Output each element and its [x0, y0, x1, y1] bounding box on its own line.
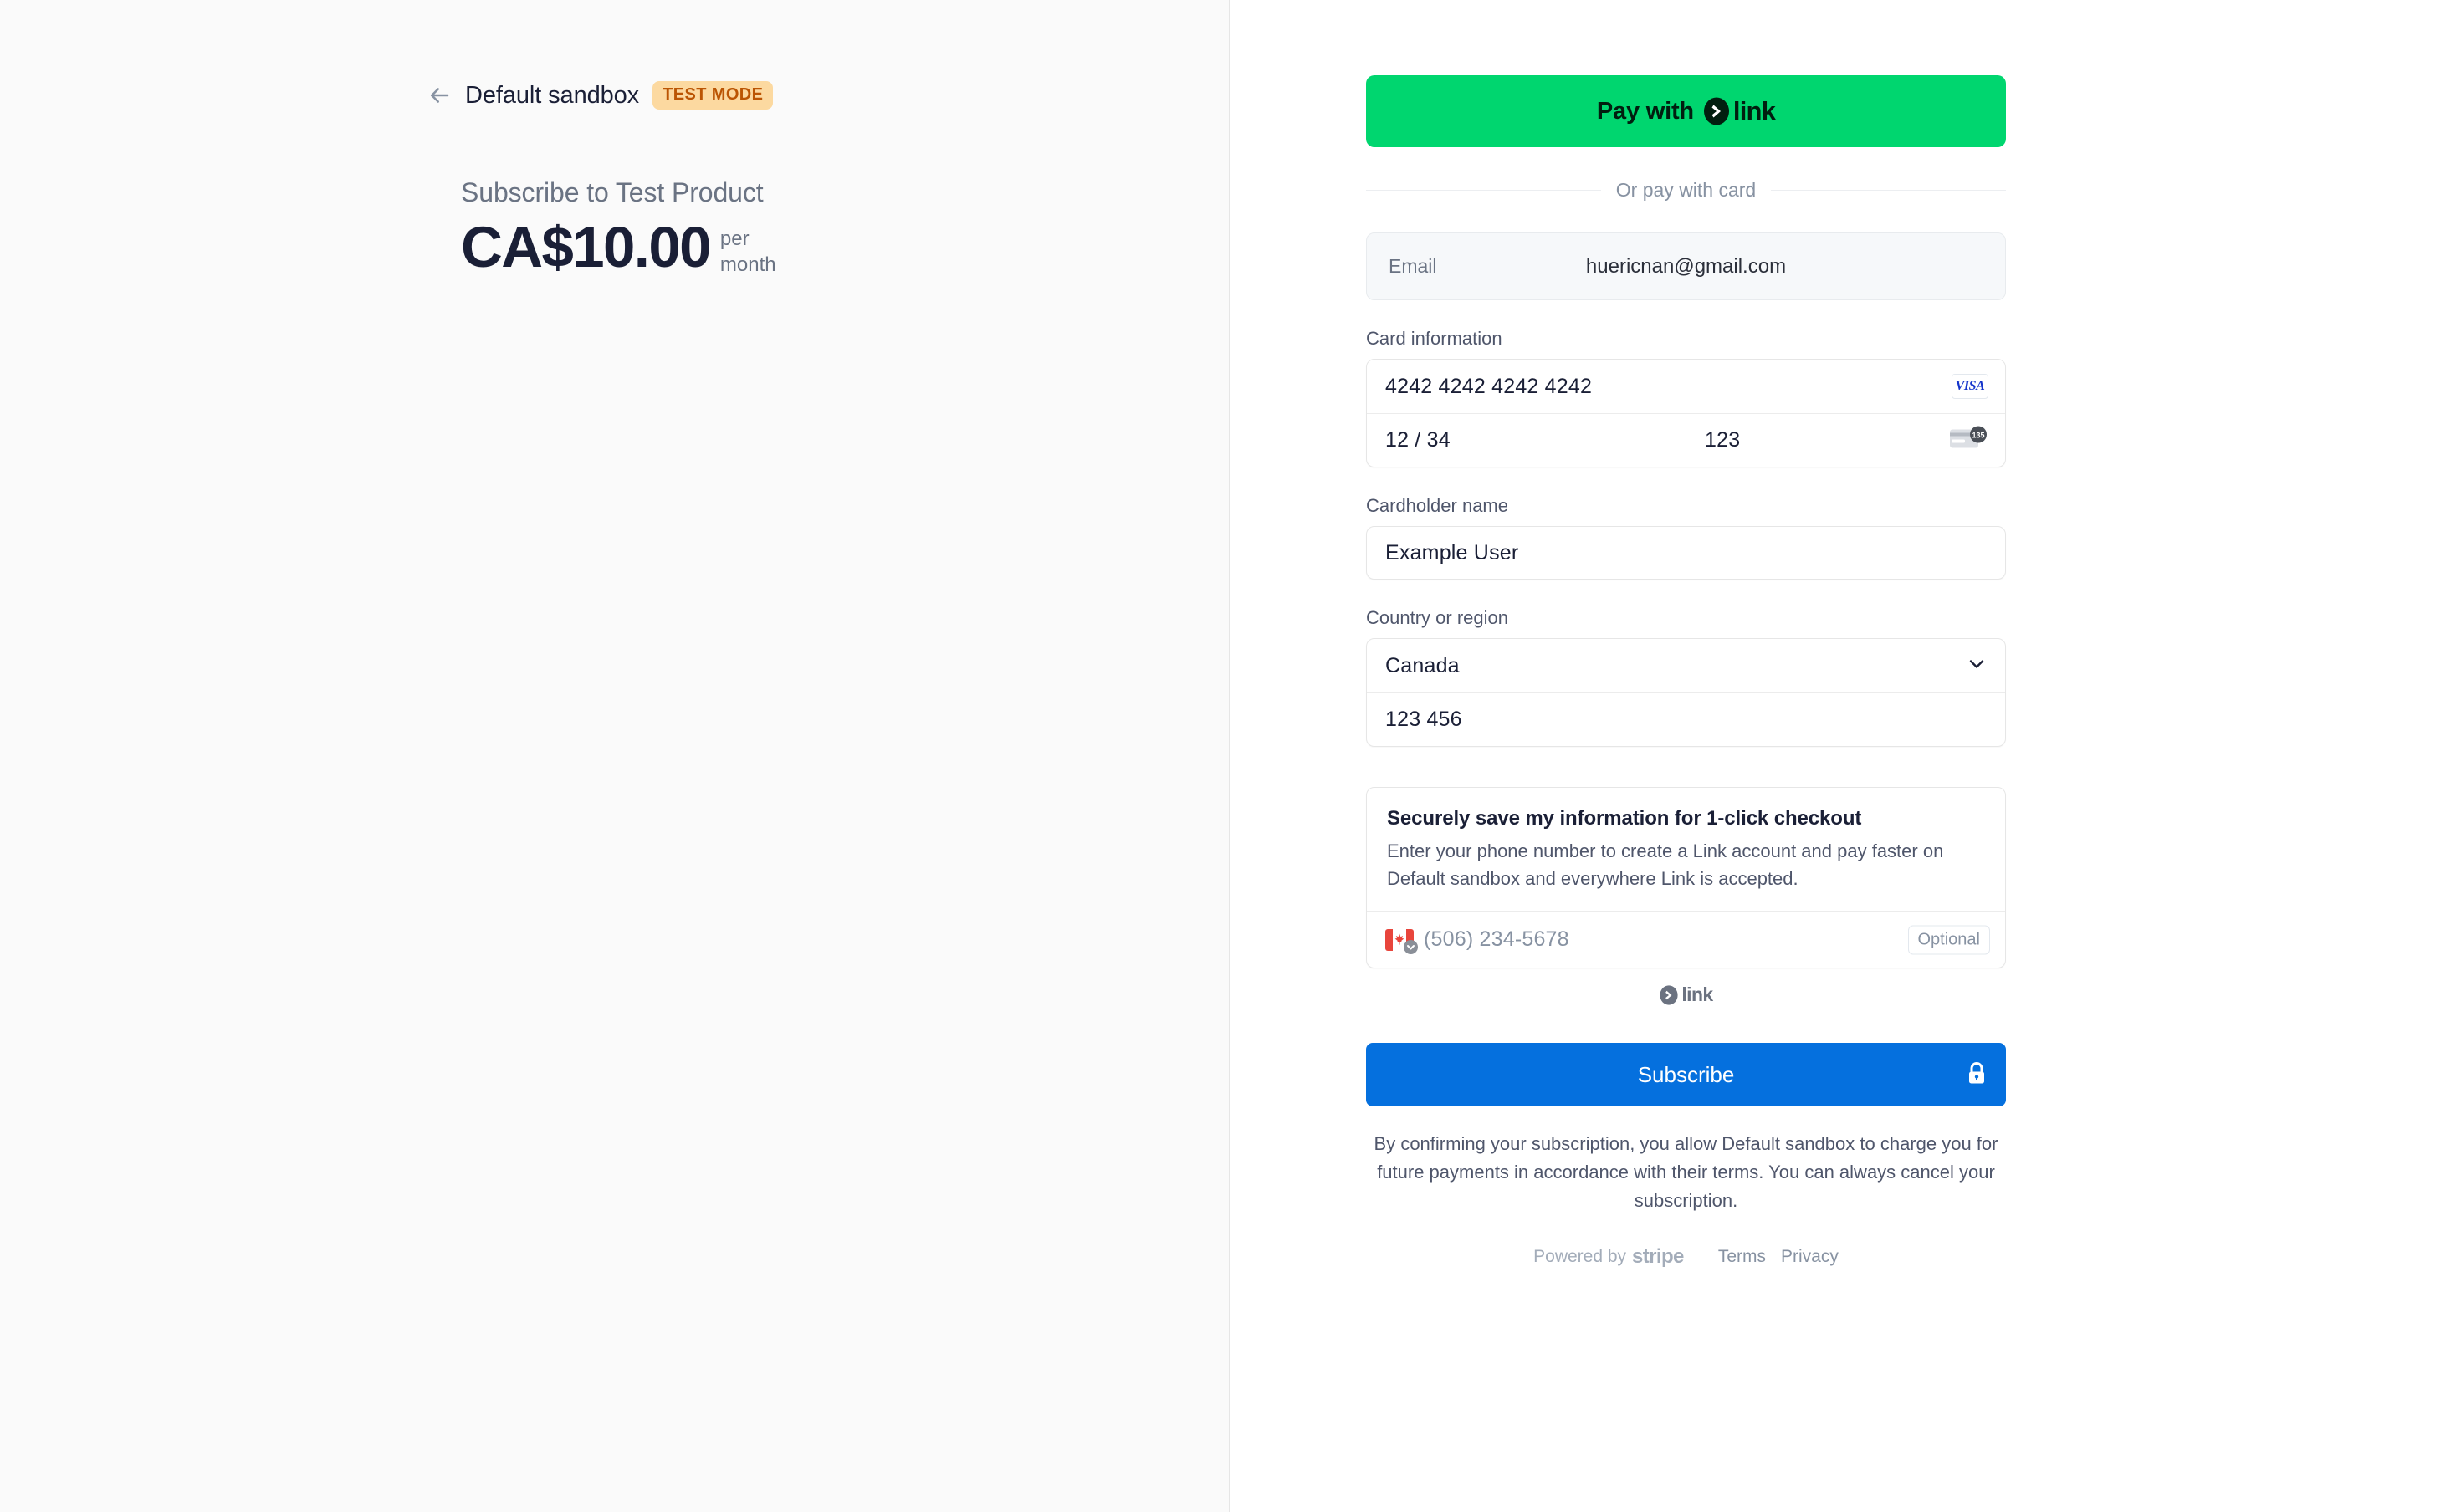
- billing-interval: per month: [720, 227, 776, 278]
- card-information-label: Card information: [1366, 328, 1502, 349]
- card-input-group: 4242 4242 4242 4242 VISA 12 / 34 123 135: [1366, 359, 2006, 467]
- powered-by-label: Powered by: [1533, 1247, 1627, 1267]
- payment-panel: Pay with link Or pay with card Email hue…: [1230, 0, 2460, 1512]
- subscribe-label: Subscribe: [1637, 1061, 1735, 1087]
- powered-by-stripe[interactable]: Powered by stripe: [1533, 1245, 1684, 1269]
- link-wordmark: link: [1732, 96, 1776, 125]
- postal-code-value: 123 456: [1385, 707, 1462, 731]
- cardholder-name-label: Cardholder name: [1366, 495, 1508, 516]
- interval-per: per: [719, 227, 750, 250]
- cardholder-name-value: Example User: [1385, 540, 1519, 564]
- subscribe-button[interactable]: Subscribe: [1366, 1043, 2006, 1107]
- optional-badge: Optional: [1907, 925, 1990, 955]
- visa-label: VISA: [1955, 379, 1985, 393]
- privacy-link[interactable]: Privacy: [1781, 1247, 1839, 1267]
- country-region-label: Country or region: [1366, 607, 1508, 628]
- country-value: Canada: [1385, 653, 1460, 677]
- payment-method-divider: Or pay with card: [1366, 179, 2007, 202]
- card-cvc-value: 123: [1705, 428, 1741, 452]
- save-info-box: Securely save my information for 1-click…: [1366, 787, 2006, 969]
- link-logo-icon: link: [1702, 96, 1776, 126]
- country-select[interactable]: Canada: [1367, 639, 2005, 692]
- link-footer-logo: link: [1366, 983, 2006, 1006]
- phone-number-placeholder: (506) 234-5678: [1424, 927, 1569, 952]
- email-label: Email: [1389, 255, 1437, 277]
- phone-number-field[interactable]: (506) 234-5678 Optional: [1367, 911, 2005, 968]
- subscription-terms-note: By confirming your subscription, you all…: [1374, 1133, 1998, 1212]
- email-field[interactable]: Email huericnan@gmail.com: [1366, 232, 2006, 300]
- divider-line-right: [1771, 190, 2007, 191]
- lock-icon: [1966, 1061, 1988, 1089]
- card-number-row[interactable]: 4242 4242 4242 4242 VISA: [1367, 360, 2005, 413]
- stripe-wordmark: stripe: [1632, 1245, 1684, 1269]
- pay-with-link-label: Pay with: [1596, 97, 1694, 125]
- card-information-group: Card information 4242 4242 4242 4242 VIS…: [1366, 328, 2006, 467]
- save-info-title: Securely save my information for 1-click…: [1387, 807, 1862, 830]
- footer-links: Terms Privacy: [1718, 1247, 1839, 1267]
- payment-form: Pay with link Or pay with card Email hue…: [1366, 75, 2007, 1269]
- terms-link[interactable]: Terms: [1718, 1247, 1766, 1267]
- merchant-name: Default sandbox: [465, 81, 640, 109]
- canada-flag-icon[interactable]: [1385, 928, 1418, 954]
- country-input-group: Canada 123 456: [1366, 638, 2006, 747]
- price-amount: CA$10.00: [461, 215, 712, 279]
- country-region-group: Country or region Canada 123 456: [1366, 607, 2006, 747]
- merchant-header: Default sandbox TEST MODE: [427, 81, 774, 110]
- test-mode-badge: TEST MODE: [652, 81, 774, 110]
- page-footer: Powered by stripe Terms Privacy: [1366, 1245, 2006, 1269]
- divider-label: Or pay with card: [1615, 179, 1757, 201]
- cardholder-name-input[interactable]: Example User: [1366, 526, 2006, 580]
- price-row: CA$10.00 per month: [461, 218, 776, 278]
- product-title: Subscribe to Test Product: [461, 177, 764, 207]
- card-number-value: 4242 4242 4242 4242: [1385, 374, 1593, 398]
- card-expiry-value: 12 / 34: [1385, 428, 1451, 452]
- divider-line-left: [1366, 190, 1601, 191]
- pay-with-link-button[interactable]: Pay with link: [1366, 75, 2006, 147]
- card-cvc-field[interactable]: 123 135: [1686, 414, 2005, 467]
- checkout-page: Default sandbox TEST MODE Subscribe to T…: [0, 0, 2461, 1512]
- save-info-header: Securely save my information for 1-click…: [1367, 788, 2005, 911]
- order-summary-panel: Default sandbox TEST MODE Subscribe to T…: [0, 0, 1230, 1512]
- save-info-description: Enter your phone number to create a Link…: [1387, 840, 1944, 889]
- cvc-card-icon: 135: [1950, 425, 1988, 456]
- visa-icon: VISA: [1952, 374, 1988, 399]
- interval-unit: month: [719, 253, 776, 276]
- chevron-down-icon: [1967, 654, 1987, 678]
- svg-text:135: 135: [1972, 431, 1984, 439]
- product-summary: Subscribe to Test Product CA$10.00 per m…: [461, 177, 776, 278]
- email-value: huericnan@gmail.com: [1585, 254, 1787, 278]
- card-expiry-field[interactable]: 12 / 34: [1367, 414, 1686, 467]
- card-expiry-cvc-row: 12 / 34 123 135: [1367, 413, 2005, 467]
- arrow-left-icon[interactable]: [427, 83, 452, 108]
- link-footer-wordmark: link: [1681, 983, 1713, 1006]
- cardholder-name-group: Cardholder name Example User: [1366, 495, 2006, 580]
- postal-code-input[interactable]: 123 456: [1367, 692, 2005, 746]
